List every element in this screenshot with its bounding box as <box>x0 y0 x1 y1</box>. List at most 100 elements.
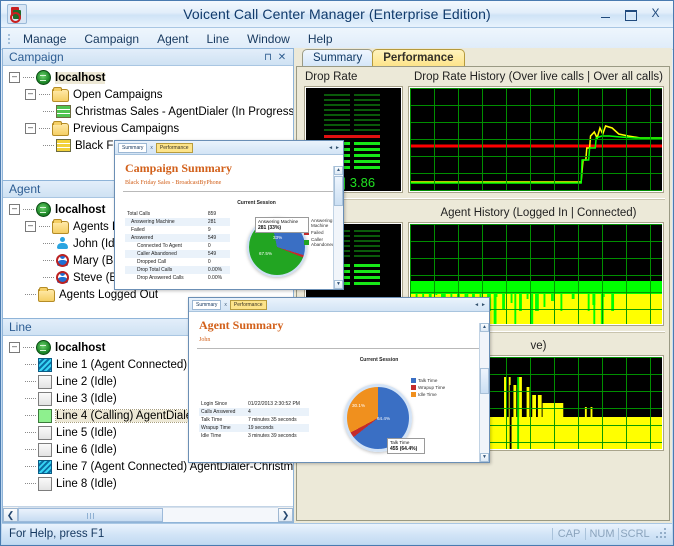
campaign-summary-body: Campaign Summary Black Friday Sales - Br… <box>115 155 343 289</box>
line-calling-icon <box>38 409 52 423</box>
agent-stats-table: Login Since01/22/2013 2:30:52 PM Calls A… <box>199 400 309 440</box>
tree-node-line-8[interactable]: Line 8 (Idle) <box>7 475 293 492</box>
scroll-up-button[interactable]: ▲ <box>480 323 489 332</box>
tree-node-localhost[interactable]: – localhost <box>7 69 293 86</box>
menu-item-line[interactable]: Line <box>197 30 238 48</box>
tab-scroll-controls[interactable]: ◄ ► <box>474 302 486 308</box>
maximize-button[interactable] <box>623 7 638 21</box>
scroll-thumb[interactable] <box>334 176 343 206</box>
chart-grid <box>410 88 662 191</box>
expander-icon[interactable]: – <box>9 72 20 83</box>
scroll-left-icon[interactable]: ◄ <box>328 145 333 151</box>
status-bar: For Help, press F1 CAP NUM SCRL <box>2 523 672 544</box>
agent-busy-icon <box>56 254 69 267</box>
agent-summary-body: Agent Summary John Current Session Login… <box>189 312 489 462</box>
tree-line <box>43 243 54 245</box>
scroll-left-button[interactable]: ❮ <box>3 508 18 522</box>
menu-item-help[interactable]: Help <box>299 30 342 48</box>
stat-label: Caller Abandoned <box>125 250 202 258</box>
menu-grip-icon[interactable] <box>5 32 12 46</box>
status-indicator-cap: CAP <box>552 528 585 540</box>
menu-item-manage[interactable]: Manage <box>14 30 75 48</box>
agent-summary-title: Agent Summary <box>199 318 489 333</box>
tree-node-christmas-sales[interactable]: Christmas Sales - AgentDialer (In Progre… <box>7 103 293 120</box>
pie-slice-label-1: 33% <box>273 235 282 240</box>
tree-node-label: Agents Logged Out <box>59 289 158 301</box>
campaign-summary-window[interactable]: Summary x Performance ◄ ► Campaign Summa… <box>114 140 344 290</box>
line-connected-icon <box>38 460 52 474</box>
campaign-summary-tabstrip: Summary x Performance ◄ ► <box>115 141 343 155</box>
close-icon[interactable]: x <box>150 145 153 151</box>
scroll-down-button[interactable]: ▼ <box>480 453 489 462</box>
scroll-thumb[interactable] <box>480 368 489 394</box>
table-row: Dropped Call0 <box>125 258 230 266</box>
expander-icon[interactable]: – <box>9 342 20 353</box>
pin-icon[interactable]: ⊓ <box>261 51 275 64</box>
tree-line <box>25 381 36 383</box>
tree-node-label: Line 4 (Calling) AgentDialer-C <box>56 410 208 422</box>
campaign-summary-vscrollbar[interactable]: ▲ ▼ <box>333 166 343 289</box>
table-row: Drop Total Calls0.00% <box>125 266 230 274</box>
menu-item-campaign[interactable]: Campaign <box>75 30 148 48</box>
scroll-left-icon[interactable]: ◄ <box>474 302 479 308</box>
agent-history-headers: Agent History (Logged In | Connected) <box>297 203 669 223</box>
resize-grip-icon[interactable] <box>655 527 669 541</box>
scroll-right-icon[interactable]: ► <box>481 302 486 308</box>
tab-performance[interactable]: Performance <box>372 49 464 66</box>
scroll-down-button[interactable]: ▼ <box>334 280 343 289</box>
tab-performance[interactable]: Performance <box>156 143 193 153</box>
tree-node-open-campaigns[interactable]: – Open Campaigns <box>7 86 293 103</box>
tab-summary[interactable]: Summary <box>118 143 147 153</box>
expander-icon[interactable]: – <box>25 221 36 232</box>
agent-summary-vscrollbar[interactable]: ▲ ▼ <box>479 323 489 462</box>
agent-idle-icon <box>56 237 69 250</box>
expander-icon[interactable]: – <box>25 123 36 134</box>
agent-summary-window[interactable]: Summary x Performance ◄ ► Agent Summary … <box>188 297 490 463</box>
scroll-right-icon[interactable]: ► <box>335 145 340 151</box>
tree-node-previous-campaigns[interactable]: – Previous Campaigns <box>7 120 293 137</box>
minimize-button[interactable] <box>598 7 613 21</box>
stat-value: 281 <box>202 218 230 226</box>
drop-rate-section: Drop Rate Drop Rate History (Over live c… <box>297 67 669 196</box>
tree-line <box>23 347 34 349</box>
line-tree-hscrollbar[interactable]: ❮ ❯ <box>3 506 293 522</box>
legend-swatch <box>411 385 416 390</box>
campaign-summary-title: Campaign Summary <box>125 161 343 176</box>
tree-line <box>25 415 36 417</box>
tab-summary[interactable]: Summary <box>302 49 373 66</box>
stat-value: 549 <box>202 234 230 242</box>
expander-icon[interactable]: – <box>9 204 20 215</box>
table-row: Login Since01/22/2013 2:30:52 PM <box>199 400 309 408</box>
tree-line <box>25 449 36 451</box>
menu-item-agent[interactable]: Agent <box>148 30 197 48</box>
tree-node-label: localhost <box>55 72 105 84</box>
campaign-panel-title: Campaign <box>9 50 261 64</box>
status-indicator-num: NUM <box>585 528 618 540</box>
close-icon[interactable]: ✕ <box>275 51 289 64</box>
campaign-panel-header: Campaign ⊓ ✕ <box>3 49 293 66</box>
close-button[interactable]: X <box>648 7 663 21</box>
expander-icon[interactable]: – <box>25 89 36 100</box>
scroll-right-button[interactable]: ❯ <box>278 508 293 522</box>
line-idle-icon <box>38 392 52 406</box>
tree-node-label: Line 6 (Idle) <box>56 444 117 456</box>
tab-scroll-controls[interactable]: ◄ ► <box>328 145 340 151</box>
tab-performance[interactable]: Performance <box>230 300 267 310</box>
stat-label: Connected To Agent <box>125 242 202 250</box>
stat-label: Login Since <box>199 400 242 408</box>
tree-line <box>43 111 54 113</box>
stat-label: Total Calls <box>125 210 202 218</box>
tree-node-label: Mary (Bu <box>73 255 120 267</box>
scroll-thumb[interactable] <box>18 508 163 522</box>
app-logo-icon <box>7 4 27 24</box>
campaign-yellow-icon <box>56 139 71 152</box>
menu-item-window[interactable]: Window <box>238 30 299 48</box>
stat-label: Answering Machine <box>125 218 202 226</box>
close-icon[interactable]: x <box>224 302 227 308</box>
scroll-up-button[interactable]: ▲ <box>334 166 343 175</box>
drop-rate-history-label: Drop Rate History (Over live calls | Ove… <box>408 71 669 83</box>
stat-label: Answered <box>125 234 202 242</box>
drop-rate-headers: Drop Rate Drop Rate History (Over live c… <box>297 67 669 87</box>
scroll-track[interactable] <box>18 507 278 523</box>
tab-summary[interactable]: Summary <box>192 300 221 310</box>
